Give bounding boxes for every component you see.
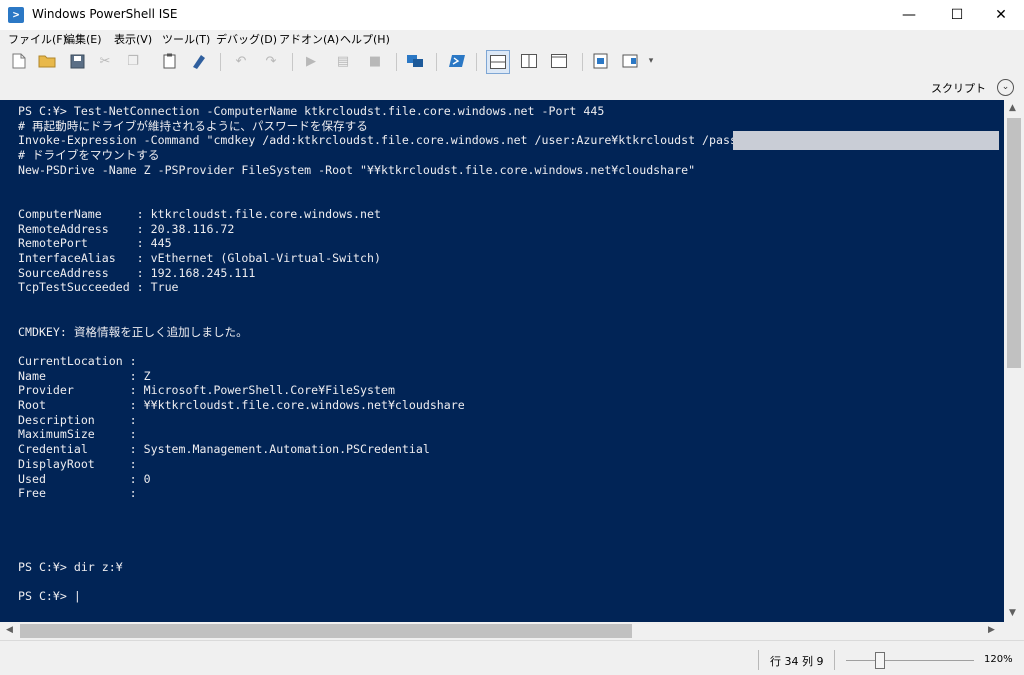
menu-bar: ファイル(F) 編集(E) 表示(V) ツール(T) デバッグ(D) アドオン(… xyxy=(0,30,1024,47)
status-bar: 行 34 列 9 120% xyxy=(0,640,1024,675)
maximize-button[interactable]: ☐ xyxy=(934,0,980,30)
clear-console-icon[interactable] xyxy=(190,52,208,70)
show-commands-icon[interactable] xyxy=(622,52,640,70)
menu-file[interactable]: ファイル(F) xyxy=(8,31,67,47)
vertical-scrollbar[interactable]: ▲ ▼ xyxy=(1004,100,1024,622)
toolbar-separator xyxy=(220,53,221,71)
zoom-level: 120% xyxy=(984,654,1013,665)
cursor-position: 行 34 列 9 xyxy=(770,655,824,668)
toolbar: ✂ ❐ ↶ ↷ ▶ ▤ ■ ▾ xyxy=(0,47,1024,75)
toolbar-separator xyxy=(582,53,583,71)
menu-edit[interactable]: 編集(E) xyxy=(64,31,102,47)
window-title: Windows PowerShell ISE xyxy=(32,7,178,21)
new-file-icon[interactable] xyxy=(10,52,28,70)
scroll-right-icon[interactable]: ▶ xyxy=(988,625,995,635)
horizontal-scrollbar[interactable]: ◀ ▶ xyxy=(0,622,1004,640)
menu-debug[interactable]: デバッグ(D) xyxy=(216,31,277,47)
toolbar-separator xyxy=(436,53,437,71)
remote-powershell-icon[interactable] xyxy=(406,52,424,70)
scroll-down-icon[interactable]: ▼ xyxy=(1009,608,1016,618)
minimize-button[interactable]: — xyxy=(886,0,932,30)
show-script-icon[interactable] xyxy=(592,52,610,70)
menu-addons[interactable]: アドオン(A) xyxy=(279,31,339,47)
close-button[interactable]: ✕ xyxy=(978,0,1024,30)
chevron-down-icon[interactable]: ⌄ xyxy=(997,79,1014,96)
powershell-icon[interactable] xyxy=(448,52,466,70)
stop-icon[interactable]: ■ xyxy=(366,52,384,70)
script-pane-header: スクリプト ⌄ xyxy=(0,75,1024,100)
run-selection-icon[interactable]: ▤ xyxy=(334,52,352,70)
scroll-up-icon[interactable]: ▲ xyxy=(1009,103,1016,113)
toolbar-separator xyxy=(396,53,397,71)
console-output[interactable]: PS C:¥> Test-NetConnection -ComputerName… xyxy=(18,104,744,604)
script-pane-label: スクリプト xyxy=(931,82,986,95)
horizontal-scroll-thumb[interactable] xyxy=(20,624,632,638)
copy-icon[interactable]: ❐ xyxy=(124,52,142,70)
menu-view[interactable]: 表示(V) xyxy=(114,31,152,47)
redo-icon[interactable]: ↷ xyxy=(262,52,280,70)
menu-help[interactable]: ヘルプ(H) xyxy=(340,31,390,47)
redacted-password-mask xyxy=(733,131,999,150)
undo-icon[interactable]: ↶ xyxy=(232,52,250,70)
open-icon[interactable] xyxy=(38,52,56,70)
paste-icon[interactable] xyxy=(160,52,178,70)
powershell-ise-icon: > xyxy=(8,7,24,23)
save-icon[interactable] xyxy=(68,52,86,70)
toolbar-separator xyxy=(292,53,293,71)
layout-top-icon[interactable] xyxy=(486,50,510,74)
status-separator xyxy=(834,650,835,670)
scroll-left-icon[interactable]: ◀ xyxy=(6,625,13,635)
vertical-scroll-thumb[interactable] xyxy=(1007,118,1021,368)
layout-right-icon[interactable] xyxy=(520,52,538,70)
zoom-slider-track[interactable] xyxy=(846,660,974,661)
console-pane[interactable]: PS C:¥> Test-NetConnection -ComputerName… xyxy=(0,100,1004,622)
title-bar: > Windows PowerShell ISE — ☐ ✕ xyxy=(0,0,1024,30)
run-icon[interactable]: ▶ xyxy=(302,52,320,70)
cut-icon[interactable]: ✂ xyxy=(96,52,114,70)
toolbar-separator xyxy=(476,53,477,71)
status-separator xyxy=(758,650,759,670)
zoom-slider-thumb[interactable] xyxy=(875,652,885,669)
toolbar-overflow-icon[interactable]: ▾ xyxy=(646,52,656,70)
layout-max-icon[interactable] xyxy=(550,52,568,70)
menu-tools[interactable]: ツール(T) xyxy=(162,31,210,47)
